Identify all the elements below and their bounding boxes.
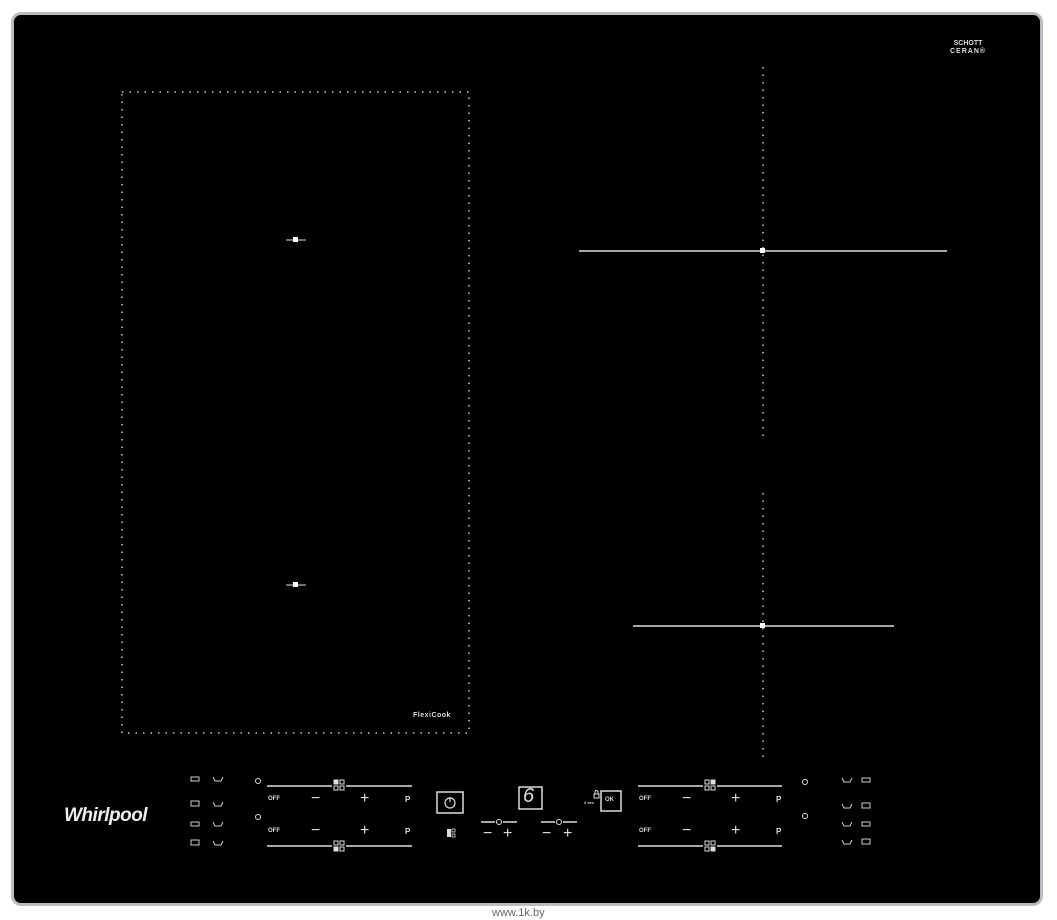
watermark: www.1k.by (492, 907, 545, 919)
flexi-zone-marker-top (286, 237, 306, 242)
power-button (436, 791, 464, 814)
power-boost-front-left[interactable]: P (405, 827, 410, 836)
schott-ceran-logo: SCHOTT CERAN® (950, 40, 987, 55)
off-button-rear-right[interactable]: OFF (639, 796, 651, 802)
minus-button-rear-right[interactable]: − (682, 791, 691, 807)
plus-button-front-right[interactable]: + (731, 823, 740, 839)
minus-button-front-left[interactable]: − (311, 823, 320, 839)
zone-selector-icon (447, 828, 456, 838)
lock-icon (593, 790, 600, 799)
induction-hob: SCHOTT CERAN® FlexiCook Whirlpool OFF − +… (11, 12, 1043, 906)
rear-right-zone-marker (579, 248, 947, 253)
power-boost-rear-left[interactable]: P (405, 795, 410, 804)
whirlpool-logo: Whirlpool (64, 805, 148, 826)
front-right-zone-marker (633, 623, 894, 628)
power-boost-rear-right[interactable]: P (776, 795, 781, 804)
hob-markings (121, 67, 947, 852)
sixth-sense-label[interactable]: 6 (523, 785, 534, 808)
off-button-rear-left[interactable]: OFF (268, 796, 280, 802)
off-button-front-right[interactable]: OFF (639, 828, 651, 834)
flexicook-label: FlexiCook (413, 712, 451, 719)
timer-plus-1[interactable]: + (503, 826, 512, 842)
timer-minus-1[interactable]: − (483, 826, 492, 842)
minus-button-rear-left[interactable]: − (311, 791, 320, 807)
plus-button-rear-right[interactable]: + (731, 791, 740, 807)
cookware-icons-left (190, 776, 224, 846)
timer-plus-2[interactable]: + (563, 826, 572, 842)
power-boost-front-right[interactable]: P (776, 827, 781, 836)
flexi-zone-marker-bottom (286, 582, 306, 587)
plus-button-front-left[interactable]: + (360, 823, 369, 839)
cookware-icons-right (841, 777, 871, 845)
ok-button[interactable]: OK (605, 797, 614, 803)
lock-hold-label: 3 sec (584, 800, 595, 805)
plus-button-rear-left[interactable]: + (360, 791, 369, 807)
minus-button-front-right[interactable]: − (682, 823, 691, 839)
flexicook-zone-outline (121, 91, 470, 734)
off-button-front-left[interactable]: OFF (268, 828, 280, 834)
timer-minus-2[interactable]: − (542, 826, 551, 842)
